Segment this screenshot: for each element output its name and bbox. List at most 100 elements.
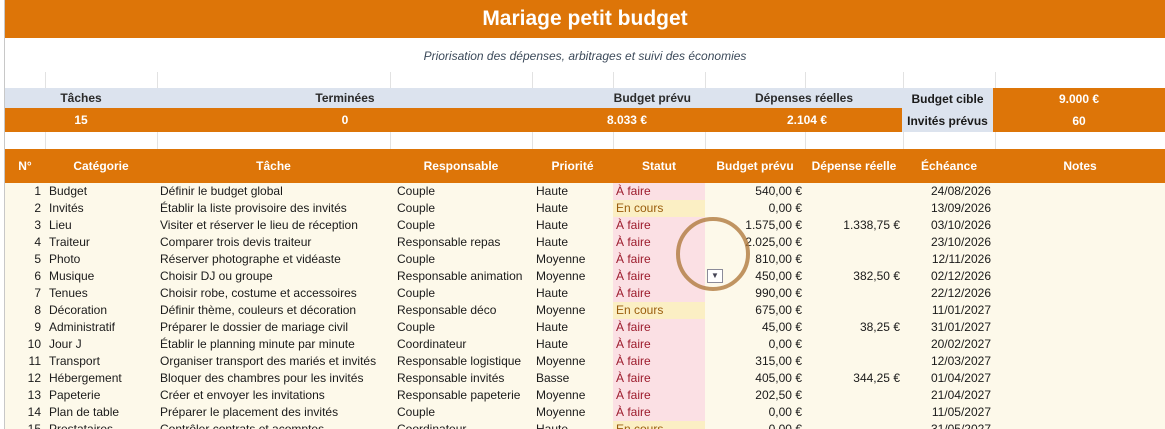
cell-tache[interactable]: Définir thème, couleurs et décoration: [160, 302, 390, 319]
cell-statut[interactable]: En cours: [613, 200, 705, 217]
header-depense-reelle[interactable]: Dépense réelle: [805, 149, 903, 183]
invites-prevus-value[interactable]: 60: [993, 110, 1165, 132]
cell-categorie[interactable]: Hébergement: [49, 370, 157, 387]
cell-statut[interactable]: À faire: [613, 404, 705, 421]
header-statut[interactable]: Statut: [613, 149, 705, 183]
table-row[interactable]: 7 Tenues Choisir robe, costume et accessoi…: [5, 285, 1165, 302]
cell-numero[interactable]: 1: [5, 183, 41, 200]
cell-budget-prevu[interactable]: 0,00 €: [705, 336, 802, 353]
cell-tache[interactable]: Choisir DJ ou groupe: [160, 268, 390, 285]
cell-tache[interactable]: Définir le budget global: [160, 183, 390, 200]
cell-depense-reelle[interactable]: 38,25 €: [805, 319, 900, 336]
summary-value-depenses-reelles[interactable]: 2.104 €: [705, 108, 903, 132]
cell-budget-prevu[interactable]: 0,00 €: [705, 200, 802, 217]
budget-cible-value[interactable]: 9.000 €: [993, 88, 1165, 110]
cell-numero[interactable]: 9: [5, 319, 41, 336]
cell-numero[interactable]: 12: [5, 370, 41, 387]
cell-categorie[interactable]: Décoration: [49, 302, 157, 319]
cell-statut[interactable]: À faire: [613, 353, 705, 370]
cell-responsable[interactable]: Couple: [397, 319, 532, 336]
cell-echeance[interactable]: 31/05/2027: [903, 421, 991, 429]
cell-echeance[interactable]: 21/04/2027: [903, 387, 991, 404]
cell-categorie[interactable]: Prestataires: [49, 421, 157, 429]
cell-numero[interactable]: 3: [5, 217, 41, 234]
cell-budget-prevu[interactable]: 675,00 €: [705, 302, 802, 319]
cell-depense-reelle[interactable]: [805, 302, 900, 319]
cell-echeance[interactable]: 13/09/2026: [903, 200, 991, 217]
cell-budget-prevu[interactable]: 540,00 €: [705, 183, 802, 200]
cell-echeance[interactable]: 01/04/2027: [903, 370, 991, 387]
table-row[interactable]: 8 Décoration Définir thème, couleurs et dé…: [5, 302, 1165, 319]
cell-priorite[interactable]: Moyenne: [536, 387, 613, 404]
cell-notes[interactable]: [995, 251, 1165, 268]
cell-responsable[interactable]: Responsable logistique: [397, 353, 532, 370]
cell-depense-reelle[interactable]: 382,50 €: [805, 268, 900, 285]
cell-tache[interactable]: Établir le planning minute par minute: [160, 336, 390, 353]
cell-notes[interactable]: [995, 200, 1165, 217]
cell-priorite[interactable]: Haute: [536, 217, 613, 234]
cell-echeance[interactable]: 23/10/2026: [903, 234, 991, 251]
cell-numero[interactable]: 7: [5, 285, 41, 302]
cell-notes[interactable]: [995, 421, 1165, 429]
cell-notes[interactable]: [995, 336, 1165, 353]
cell-statut[interactable]: À faire: [613, 183, 705, 200]
cell-numero[interactable]: 6: [5, 268, 41, 285]
cell-tache[interactable]: Organiser transport des mariés et invité…: [160, 353, 390, 370]
cell-categorie[interactable]: Papeterie: [49, 387, 157, 404]
cell-categorie[interactable]: Musique: [49, 268, 157, 285]
cell-numero[interactable]: 13: [5, 387, 41, 404]
cell-echeance[interactable]: 22/12/2026: [903, 285, 991, 302]
cell-priorite[interactable]: Haute: [536, 234, 613, 251]
cell-notes[interactable]: [995, 234, 1165, 251]
header-priorite[interactable]: Priorité: [532, 149, 613, 183]
cell-tache[interactable]: Créer et envoyer les invitations: [160, 387, 390, 404]
cell-priorite[interactable]: Basse: [536, 370, 613, 387]
cell-depense-reelle[interactable]: [805, 285, 900, 302]
table-row[interactable]: 1 Budget Définir le budget global Couple Hau…: [5, 183, 1165, 200]
cell-responsable[interactable]: Responsable repas: [397, 234, 532, 251]
cell-depense-reelle[interactable]: [805, 353, 900, 370]
cell-priorite[interactable]: Haute: [536, 421, 613, 429]
cell-priorite[interactable]: Moyenne: [536, 251, 613, 268]
cell-tache[interactable]: Réserver photographe et vidéaste: [160, 251, 390, 268]
cell-responsable[interactable]: Coordinateur: [397, 336, 532, 353]
cell-tache[interactable]: Préparer le dossier de mariage civil: [160, 319, 390, 336]
cell-numero[interactable]: 15: [5, 421, 41, 429]
cell-categorie[interactable]: Budget: [49, 183, 157, 200]
cell-echeance[interactable]: 03/10/2026: [903, 217, 991, 234]
cell-budget-prevu[interactable]: 45,00 €: [705, 319, 802, 336]
cell-priorite[interactable]: Moyenne: [536, 268, 613, 285]
header-numero[interactable]: N°: [5, 149, 45, 183]
cell-numero[interactable]: 11: [5, 353, 41, 370]
cell-tache[interactable]: Établir la liste provisoire des invités: [160, 200, 390, 217]
cell-responsable[interactable]: Couple: [397, 251, 532, 268]
cell-budget-prevu[interactable]: 0,00 €: [705, 421, 802, 429]
cell-priorite[interactable]: Haute: [536, 183, 613, 200]
table-row[interactable]: 13 Papeterie Créer et envoyer les invitati…: [5, 387, 1165, 404]
header-tache[interactable]: Tâche: [157, 149, 390, 183]
table-row[interactable]: 15 Prestataires Contrôler contrats et acom…: [5, 421, 1165, 429]
table-row[interactable]: 14 Plan de table Préparer le placement des…: [5, 404, 1165, 421]
cell-budget-prevu[interactable]: 315,00 €: [705, 353, 802, 370]
cell-categorie[interactable]: Traiteur: [49, 234, 157, 251]
cell-notes[interactable]: [995, 404, 1165, 421]
cell-priorite[interactable]: Haute: [536, 285, 613, 302]
cell-echeance[interactable]: 24/08/2026: [903, 183, 991, 200]
cell-tache[interactable]: Préparer le placement des invités: [160, 404, 390, 421]
cell-echeance[interactable]: 12/11/2026: [903, 251, 991, 268]
cell-depense-reelle[interactable]: [805, 404, 900, 421]
table-row[interactable]: 2 Invités Établir la liste provisoire des …: [5, 200, 1165, 217]
cell-categorie[interactable]: Invités: [49, 200, 157, 217]
table-row[interactable]: 4 Traiteur Comparer trois devis traiteur Re…: [5, 234, 1165, 251]
header-responsable[interactable]: Responsable: [390, 149, 532, 183]
cell-numero[interactable]: 8: [5, 302, 41, 319]
cell-notes[interactable]: [995, 319, 1165, 336]
cell-priorite[interactable]: Haute: [536, 336, 613, 353]
table-row[interactable]: 5 Photo Réserver photographe et vidéaste Co…: [5, 251, 1165, 268]
cell-tache[interactable]: Contrôler contrats et acomptes: [160, 421, 390, 429]
table-row[interactable]: 9 Administratif Préparer le dossier de mar…: [5, 319, 1165, 336]
cell-responsable[interactable]: Couple: [397, 217, 532, 234]
table-row[interactable]: 10 Jour J Établir le planning minute par m…: [5, 336, 1165, 353]
cell-budget-prevu[interactable]: 202,50 €: [705, 387, 802, 404]
cell-echeance[interactable]: 02/12/2026: [903, 268, 991, 285]
